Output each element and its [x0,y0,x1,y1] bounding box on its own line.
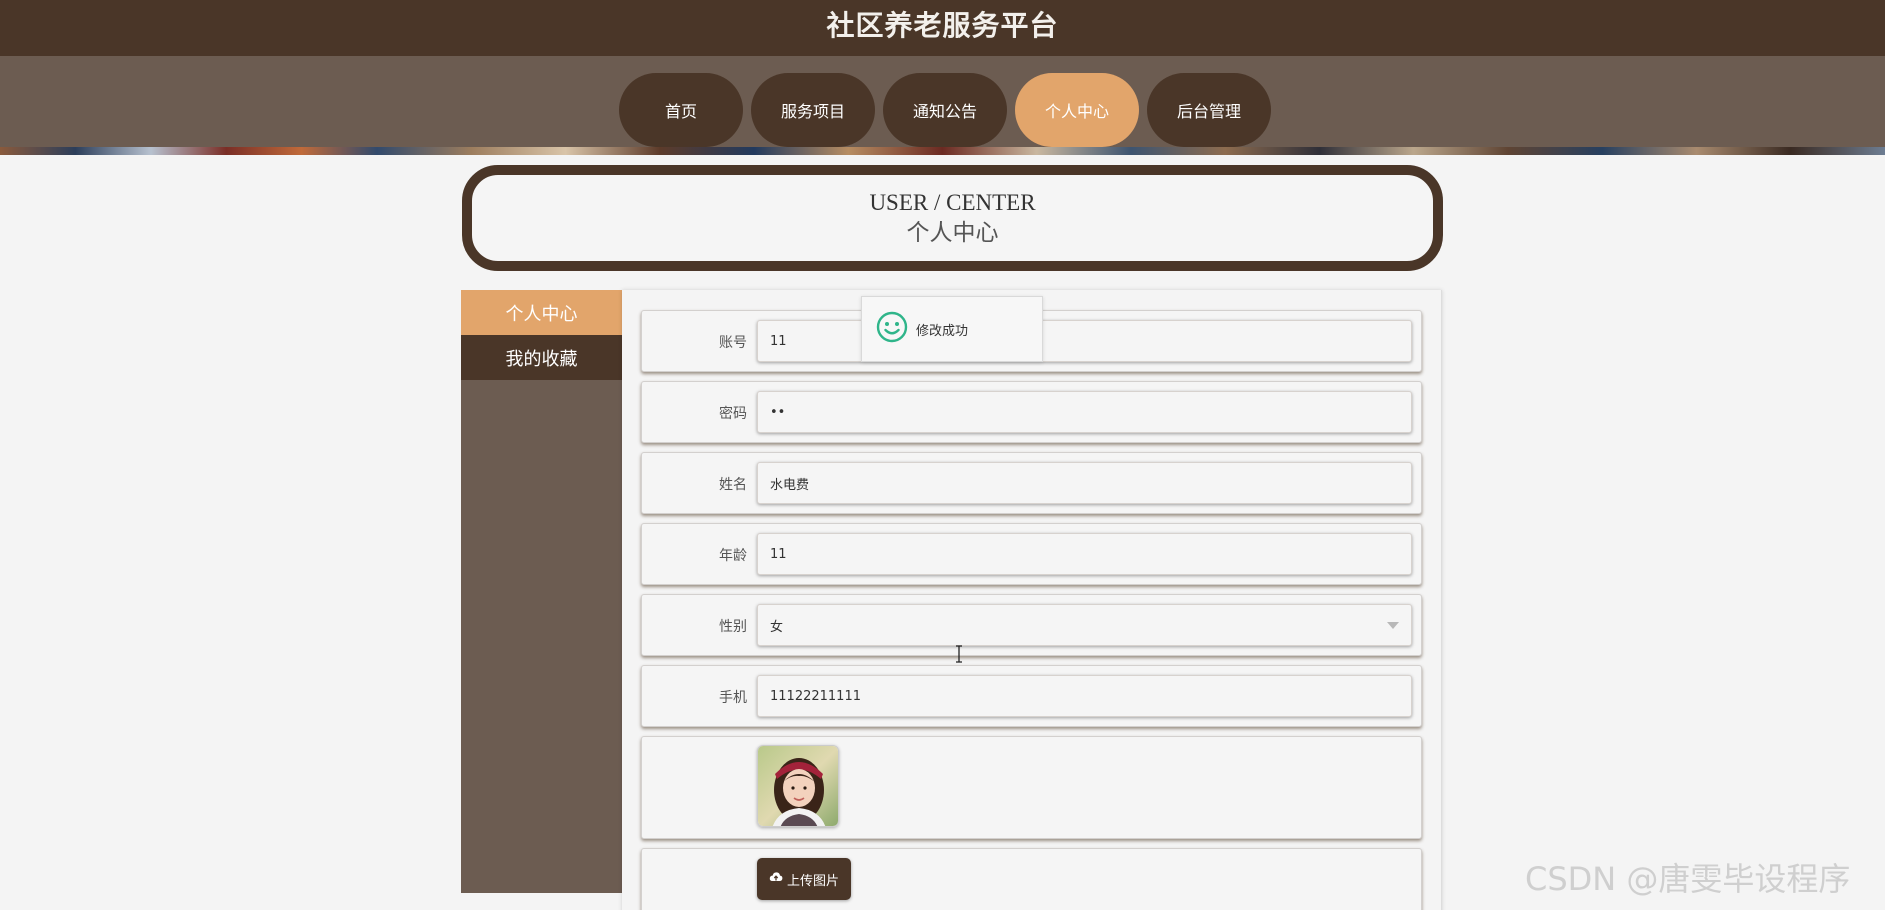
nav-item-user-center[interactable]: 个人中心 [1015,73,1139,147]
nav-list: 首页 服务项目 通知公告 个人中心 后台管理 [619,73,1271,147]
toast-message: 修改成功 [916,323,969,339]
banner-strip [0,147,1885,155]
nav-item-home[interactable]: 首页 [619,73,743,147]
form-row-name: 姓名 水电费 [641,452,1422,514]
chevron-down-icon [1387,622,1399,629]
gender-select-value: 女 [770,619,784,635]
avatar-image [757,745,839,827]
form-row-upload: 上传图片 [641,848,1422,910]
account-label: 账号 [719,335,747,351]
phone-input[interactable]: 11122211111 [757,675,1412,717]
sidebar: 个人中心 我的收藏 [461,290,622,893]
password-input[interactable]: •• [757,391,1412,433]
name-input[interactable]: 水电费 [757,462,1412,504]
site-title: 社区养老服务平台 [826,9,1059,42]
nav-item-services[interactable]: 服务项目 [751,73,875,147]
sidebar-item-favorites[interactable]: 我的收藏 [461,335,622,380]
page-heading-cn: 个人中心 [906,220,999,245]
smile-icon [876,311,908,347]
top-header: 社区养老服务平台 [0,0,1885,56]
sidebar-item-user-center[interactable]: 个人中心 [461,290,622,335]
page-heading-box: USER / CENTER 个人中心 [462,165,1443,271]
gender-label: 性别 [719,619,747,635]
cloud-upload-icon [769,871,783,887]
main-nav: 首页 服务项目 通知公告 个人中心 后台管理 [0,56,1885,147]
nav-item-admin[interactable]: 后台管理 [1147,73,1271,147]
form-row-gender: 性别 女 [641,594,1422,656]
gender-select[interactable]: 女 [757,604,1412,646]
page-heading-en: USER / CENTER [869,190,1036,215]
text-cursor-icon [955,645,963,663]
form-row-age: 年龄 11 [641,523,1422,585]
phone-label: 手机 [719,690,747,706]
name-label: 姓名 [719,477,747,493]
success-toast: 修改成功 [861,296,1043,362]
nav-item-notices[interactable]: 通知公告 [883,73,1007,147]
form-row-avatar [641,736,1422,839]
account-input[interactable]: 11 [757,320,1412,362]
password-label: 密码 [719,406,747,422]
age-input[interactable]: 11 [757,533,1412,575]
age-label: 年龄 [719,548,747,564]
upload-image-button[interactable]: 上传图片 [757,858,851,900]
upload-image-label: 上传图片 [786,873,839,889]
watermark: CSDN @唐雯毕设程序 [1525,860,1851,898]
profile-form-panel: 账号 11 密码 •• 姓名 水电费 年龄 11 性别 女 手机 1112221… [622,290,1442,910]
form-row-phone: 手机 11122211111 [641,665,1422,727]
form-row-password: 密码 •• [641,381,1422,443]
